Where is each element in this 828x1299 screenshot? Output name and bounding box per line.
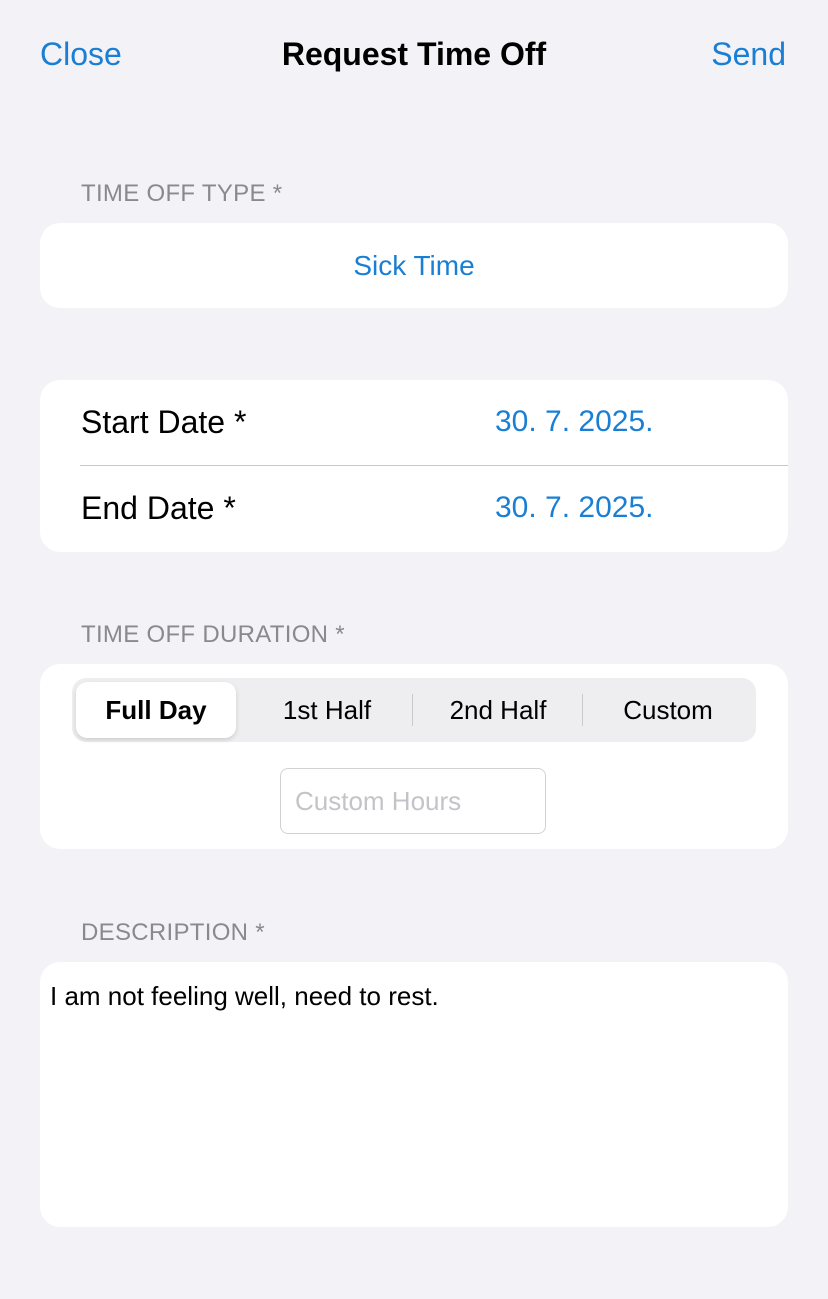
dates-card: Start Date * 30. 7. 2025. End Date * 30.… <box>40 380 788 552</box>
page-title: Request Time Off <box>281 36 547 72</box>
description-label: DESCRIPTION * <box>81 919 265 946</box>
description-textarea[interactable]: I am not feeling well, need to rest. <box>50 978 770 1208</box>
start-date-value[interactable]: 30. 7. 2025. <box>495 405 653 439</box>
time-off-type-label: TIME OFF TYPE * <box>81 180 283 207</box>
segment-2nd-half[interactable]: 2nd Half <box>413 682 583 738</box>
time-off-duration-label: TIME OFF DURATION * <box>81 621 345 648</box>
request-time-off-sheet: Close Request Time Off Send TIME OFF TYP… <box>0 0 828 1299</box>
end-date-label: End Date * <box>81 490 236 526</box>
time-off-type-picker[interactable]: Sick Time <box>40 223 788 308</box>
navigation-bar: Close Request Time Off Send <box>0 0 828 112</box>
end-date-value[interactable]: 30. 7. 2025. <box>495 491 653 525</box>
duration-segmented-control: Full Day 1st Half 2nd Half Custom <box>72 678 756 742</box>
start-date-label: Start Date * <box>81 404 247 440</box>
custom-hours-input[interactable] <box>280 768 546 834</box>
segment-1st-half[interactable]: 1st Half <box>242 682 412 738</box>
send-button[interactable]: Send <box>711 36 786 73</box>
start-date-row[interactable]: Start Date * 30. 7. 2025. <box>40 380 788 466</box>
time-off-type-card: Sick Time <box>40 223 788 308</box>
segment-custom[interactable]: Custom <box>583 682 753 738</box>
time-off-duration-card: Full Day 1st Half 2nd Half Custom <box>40 664 788 849</box>
description-card: I am not feeling well, need to rest. <box>40 962 788 1227</box>
segment-full-day[interactable]: Full Day <box>76 682 236 738</box>
end-date-row[interactable]: End Date * 30. 7. 2025. <box>40 466 788 552</box>
